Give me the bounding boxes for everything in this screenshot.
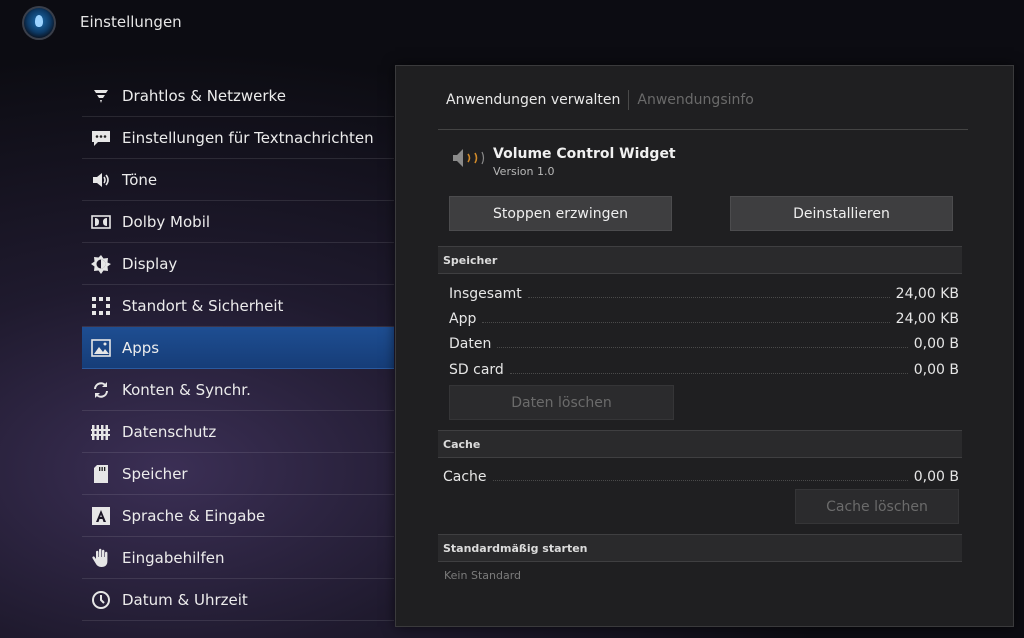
section-header-launch-default: Standardmäßig starten	[438, 534, 962, 562]
uninstall-button[interactable]: Deinstallieren	[730, 196, 953, 231]
app-info-panel: Anwendungen verwalten Anwendungsinfo Vol…	[395, 65, 1014, 627]
app-version: Version 1.0	[493, 165, 555, 178]
sidebar-item-accounts-sync[interactable]: Konten & Synchr.	[82, 369, 394, 411]
location-grid-icon	[90, 295, 112, 317]
sidebar-item-label: Drahtlos & Netzwerke	[122, 86, 286, 105]
sidebar-item-label: Speicher	[122, 464, 188, 483]
storage-row-data: Daten 0,00 B	[449, 332, 959, 352]
privacy-fence-icon	[90, 421, 112, 443]
breadcrumb: Anwendungen verwalten Anwendungsinfo	[446, 90, 754, 110]
tab-app-info[interactable]: Anwendungsinfo	[637, 92, 753, 108]
app-header: Volume Control Widget Version 1.0	[451, 146, 676, 178]
storage-row-app: App 24,00 KB	[449, 307, 959, 327]
dotted-leader	[492, 480, 908, 481]
top-bar: Einstellungen	[0, 0, 1024, 50]
clock-icon	[90, 589, 112, 611]
row-value: 0,00 B	[913, 362, 959, 378]
row-label: Insgesamt	[449, 286, 522, 302]
cache-row: Cache 0,00 B	[443, 465, 959, 485]
divider	[438, 129, 968, 130]
message-icon	[90, 127, 112, 149]
launch-default-note: Kein Standard	[444, 569, 521, 582]
sidebar-item-label: Konten & Synchr.	[122, 380, 251, 399]
row-label: SD card	[449, 362, 504, 378]
keyboard-a-icon	[90, 505, 112, 527]
sidebar-item-date-time[interactable]: Datum & Uhrzeit	[82, 579, 394, 621]
row-label: Cache	[443, 469, 487, 485]
sidebar-item-language-input[interactable]: Sprache & Eingabe	[82, 495, 394, 537]
hand-icon	[90, 547, 112, 569]
sidebar-item-label: Datenschutz	[122, 422, 217, 441]
brightness-icon	[90, 253, 112, 275]
row-label: Daten	[449, 336, 492, 352]
row-label: App	[449, 311, 477, 327]
sidebar-item-label: Datum & Uhrzeit	[122, 590, 248, 609]
tab-divider	[628, 90, 630, 110]
sidebar-item-label: Dolby Mobil	[122, 212, 211, 231]
sidebar-item-location-security[interactable]: Standort & Sicherheit	[82, 285, 394, 327]
dotted-leader	[482, 322, 890, 323]
sidebar-item-accessibility[interactable]: Eingabehilfen	[82, 537, 394, 579]
tab-manage-apps[interactable]: Anwendungen verwalten	[446, 92, 620, 108]
sd-card-icon	[90, 463, 112, 485]
sidebar-item-text-messages[interactable]: Einstellungen für Textnachrichten	[82, 117, 394, 159]
sidebar-item-label: Standort & Sicherheit	[122, 296, 284, 315]
sidebar-item-dolby[interactable]: Dolby Mobil	[82, 201, 394, 243]
sidebar-item-sounds[interactable]: Töne	[82, 159, 394, 201]
settings-app-icon[interactable]	[22, 6, 56, 40]
sidebar-item-label: Sprache & Eingabe	[122, 506, 266, 525]
sidebar-item-label: Einstellungen für Textnachrichten	[122, 128, 374, 147]
sidebar-item-wireless[interactable]: Drahtlos & Netzwerke	[82, 75, 394, 117]
sync-icon	[90, 379, 112, 401]
wifi-icon	[90, 85, 112, 107]
sidebar-item-apps[interactable]: Apps	[82, 327, 394, 369]
sidebar-item-storage[interactable]: Speicher	[82, 453, 394, 495]
sidebar-item-label: Apps	[122, 338, 160, 357]
storage-row-total: Insgesamt 24,00 KB	[449, 282, 959, 302]
section-header-storage: Speicher	[438, 246, 962, 274]
dolby-icon	[90, 211, 112, 233]
row-value: 24,00 KB	[895, 311, 959, 327]
apps-image-icon	[90, 337, 112, 359]
dotted-leader	[497, 347, 908, 348]
speaker-icon	[90, 169, 112, 191]
force-stop-button[interactable]: Stoppen erzwingen	[449, 196, 672, 231]
dotted-leader	[527, 297, 890, 298]
row-value: 0,00 B	[913, 336, 959, 352]
sidebar-item-label: Töne	[122, 170, 158, 189]
sidebar-item-label: Eingabehilfen	[122, 548, 225, 567]
app-name: Volume Control Widget	[493, 146, 676, 162]
settings-sidebar: Drahtlos & Netzwerke Einstellungen für T…	[82, 75, 394, 621]
clear-cache-button[interactable]: Cache löschen	[795, 489, 959, 524]
row-value: 0,00 B	[913, 469, 959, 485]
dotted-leader	[509, 373, 908, 374]
sidebar-item-label: Display	[122, 254, 178, 273]
section-header-cache: Cache	[438, 430, 962, 458]
sidebar-item-privacy[interactable]: Datenschutz	[82, 411, 394, 453]
volume-speaker-icon	[451, 146, 493, 176]
storage-row-sd-card: SD card 0,00 B	[449, 358, 959, 378]
row-value: 24,00 KB	[895, 286, 959, 302]
clear-data-button[interactable]: Daten löschen	[449, 385, 674, 420]
sidebar-item-display[interactable]: Display	[82, 243, 394, 285]
page-title: Einstellungen	[80, 13, 182, 31]
